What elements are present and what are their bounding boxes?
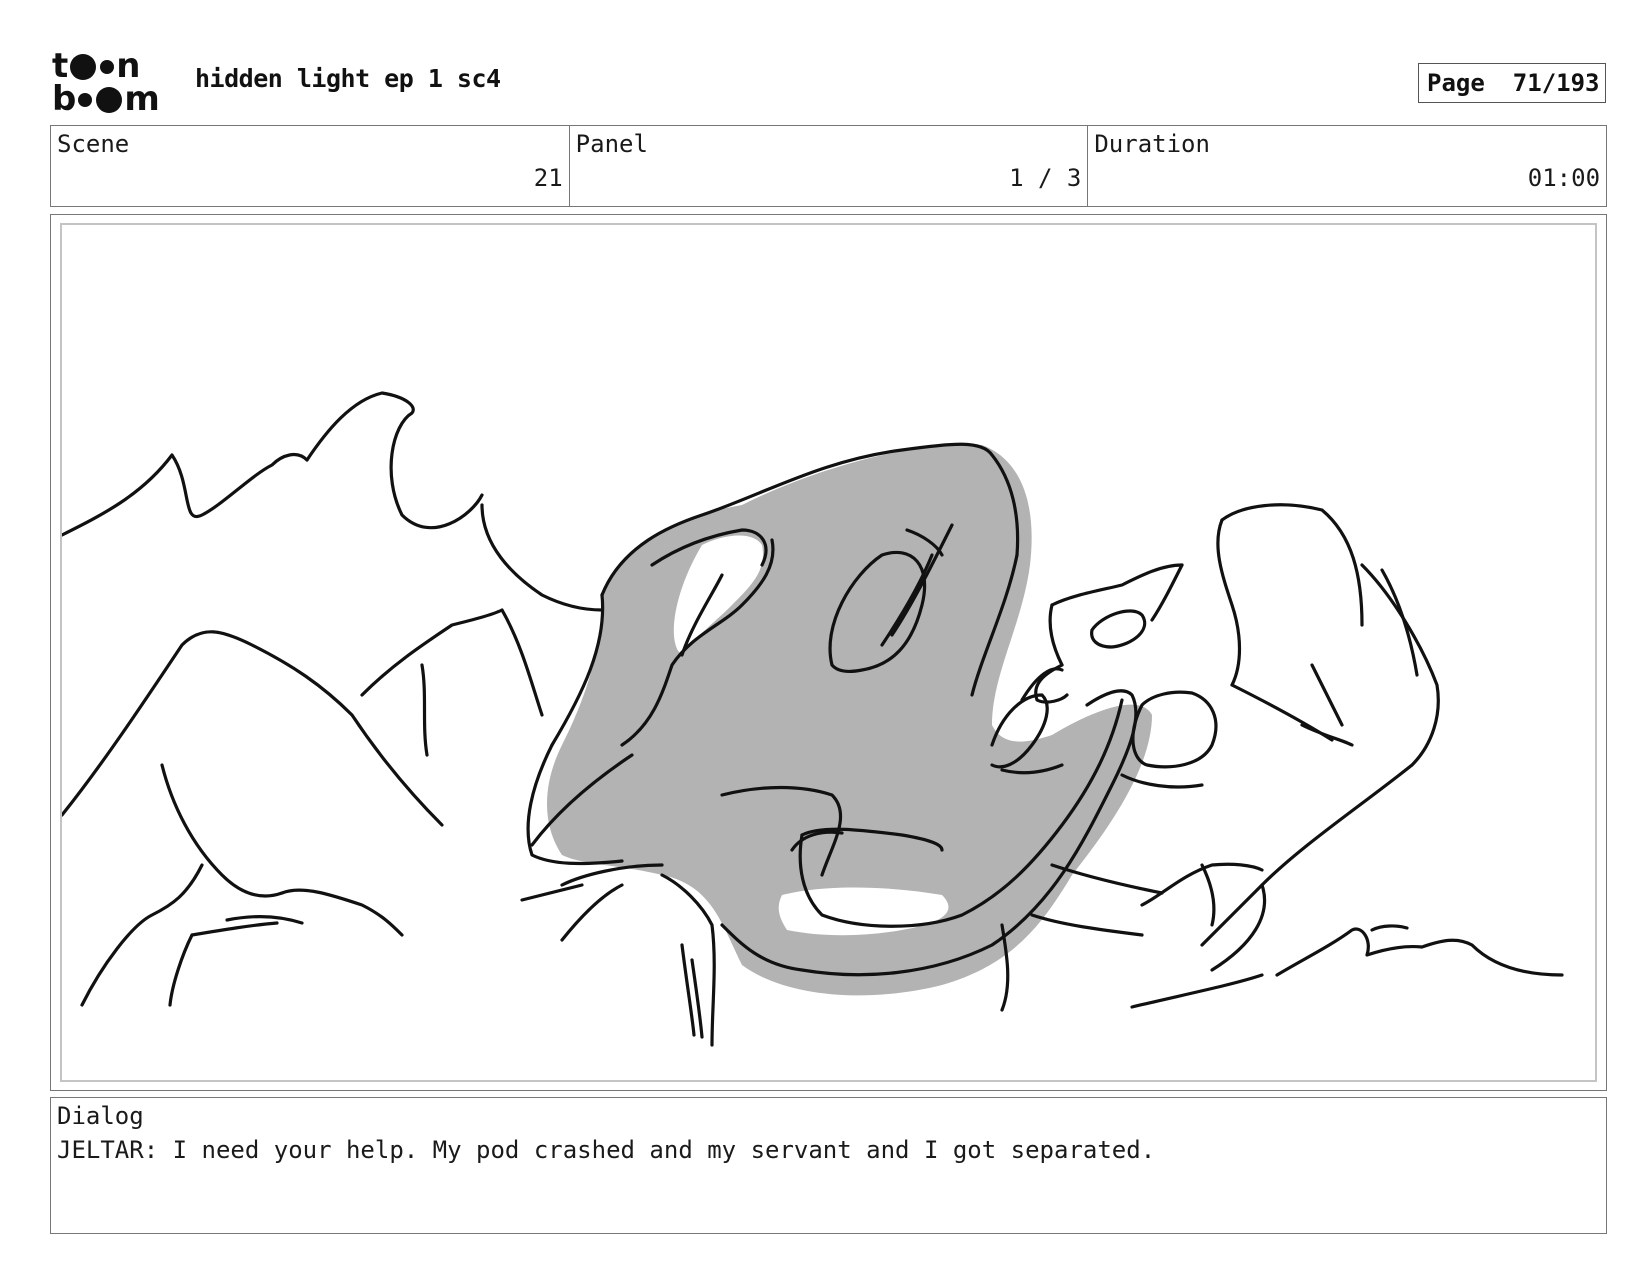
duration-cell: Duration 01:00	[1088, 126, 1606, 206]
toonboom-logo: t n b m	[52, 49, 164, 119]
sketch-line	[1275, 927, 1564, 977]
sketch-line	[1050, 563, 1184, 607]
sketch-line	[1380, 568, 1419, 677]
logo-bottom-row: b m	[52, 79, 164, 119]
sketch-line	[500, 608, 544, 717]
sketch-line	[660, 873, 716, 1047]
logo-dot-large	[96, 86, 123, 113]
sketch-line	[1200, 863, 1216, 927]
sketch-line	[225, 914, 304, 925]
sketch-line	[1150, 563, 1184, 622]
sketch-line	[160, 763, 284, 898]
sketch-line	[190, 921, 279, 937]
sketch-line	[560, 883, 624, 942]
logo-letter-b: b	[52, 79, 77, 119]
scene-label: Scene	[57, 130, 130, 158]
sketch-line	[1220, 503, 1364, 627]
sketch-line	[420, 663, 429, 757]
sketch-line	[168, 933, 194, 1007]
logo-dot-large	[70, 53, 97, 80]
sketch-line	[1200, 763, 1414, 947]
panel-label: Panel	[575, 130, 648, 158]
page-number: 71/193	[1512, 69, 1600, 97]
panel-cell: Panel 1 / 3	[570, 126, 1089, 206]
sketch-line	[520, 883, 584, 902]
page-label: Page	[1427, 69, 1485, 97]
sketch-line	[1300, 723, 1354, 747]
logo-dot-small	[100, 59, 115, 74]
dialog-text: JELTAR: I need your help. My pod crashed…	[57, 1136, 1156, 1164]
sketch-line	[480, 503, 604, 612]
sketch-line	[305, 391, 484, 530]
sketch-line	[280, 888, 404, 937]
dialog-box: Dialog JELTAR: I need your help. My pod …	[50, 1097, 1607, 1234]
duration-label: Duration	[1094, 130, 1210, 158]
document-title: hidden light ep 1 sc4	[195, 64, 501, 93]
sketch-line	[1030, 913, 1144, 937]
sketch-line	[1130, 973, 1264, 1009]
sketch-line	[1370, 924, 1409, 932]
sketch-line	[1090, 609, 1147, 649]
sketch-line	[1360, 563, 1440, 767]
sketch-line	[1048, 603, 1064, 667]
panel-info-row: Scene 21 Panel 1 / 3 Duration 01:00	[50, 125, 1607, 207]
panel-value: 1 / 3	[1009, 164, 1082, 192]
duration-value: 01:00	[1527, 164, 1601, 192]
page-indicator: Page 71/193	[1418, 63, 1606, 103]
scene-value: 21	[533, 164, 563, 192]
sketch-line	[1140, 862, 1264, 907]
storyboard-sketch	[62, 391, 1564, 1047]
sketch-line	[360, 608, 504, 697]
sketch-line	[62, 630, 444, 827]
logo-dot-small	[78, 92, 93, 107]
logo-letter-m: m	[124, 79, 160, 119]
sketch-line	[80, 863, 204, 1007]
sketch-line	[1310, 663, 1344, 727]
storyboard-drawing-area	[60, 223, 1597, 1082]
dialog-label: Dialog	[57, 1102, 144, 1130]
storyboard-panel-frame	[50, 214, 1607, 1091]
sketch-line	[1216, 518, 1242, 687]
scene-cell: Scene 21	[51, 126, 570, 206]
sketch-line	[62, 452, 309, 537]
